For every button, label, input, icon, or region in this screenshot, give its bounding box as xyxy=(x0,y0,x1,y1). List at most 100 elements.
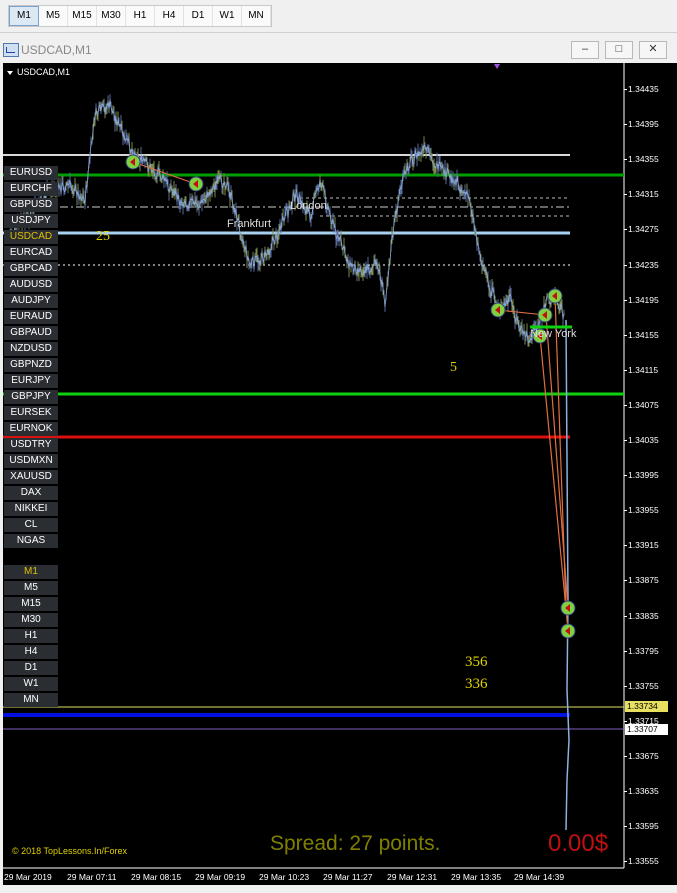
price-tick-mark xyxy=(624,369,627,371)
symbol-button-cl[interactable]: CL xyxy=(4,518,58,532)
chart-window-title: USDCAD,M1 xyxy=(21,43,92,57)
chart-timeframe-button-m15[interactable]: M15 xyxy=(4,597,58,611)
symbol-button-audjpy[interactable]: AUDJPY xyxy=(4,294,58,308)
price-tick-mark xyxy=(624,615,627,617)
price-tick-mark xyxy=(624,791,627,792)
annotation-5: 5 xyxy=(450,360,457,375)
symbol-button-audusd[interactable]: AUDUSD xyxy=(4,278,58,292)
toolbar-timeframe-m30[interactable]: M30 xyxy=(97,6,126,26)
price-tick-label: 1.33595 xyxy=(628,821,659,832)
price-tick-mark xyxy=(624,510,627,512)
toolbar-timeframe-m5[interactable]: M5 xyxy=(39,6,68,26)
symbol-button-eurusd[interactable]: EURUSD xyxy=(4,166,58,180)
price-tick-mark xyxy=(624,404,627,406)
session-label-newyork: New York xyxy=(530,328,577,340)
symbol-button-gbpcad[interactable]: GBPCAD xyxy=(4,262,58,276)
symbol-button-list: EURUSD EURCHF GBPUSD USDJPY USDCAD EURCAD GBPC… xyxy=(4,166,58,550)
chart-timeframe-button-d1[interactable]: D1 xyxy=(4,661,58,675)
symbol-button-eurjpy[interactable]: EURJPY xyxy=(4,374,58,388)
symbol-button-eursek[interactable]: EURSEK xyxy=(4,406,58,420)
symbol-button-usdmxn[interactable]: USDMXN xyxy=(4,454,58,468)
price-tick-mark xyxy=(624,299,627,301)
price-tick-label: 1.33755 xyxy=(628,680,659,691)
annotation-25: 25 xyxy=(96,229,110,244)
symbol-button-gbpaud[interactable]: GBPAUD xyxy=(4,326,58,340)
chart-timeframe-button-m30[interactable]: M30 xyxy=(4,613,58,627)
chart-window-titlebar: USDCAD,M1 – □ ✕ xyxy=(0,38,677,62)
price-tick-label: 1.34435 xyxy=(628,84,659,94)
symbol-button-nikkei[interactable]: NIKKEI xyxy=(4,502,58,516)
price-tick-mark xyxy=(624,755,627,757)
price-tick-label: 1.33555 xyxy=(628,856,659,867)
price-tick-mark xyxy=(624,334,627,336)
price-tick-mark xyxy=(624,264,627,266)
chart-timeframe-button-h4[interactable]: H4 xyxy=(4,645,58,659)
symbol-button-gbpnzd[interactable]: GBPNZD xyxy=(4,358,58,372)
price-tick-mark xyxy=(624,229,627,231)
symbol-button-dax[interactable]: DAX xyxy=(4,486,58,500)
chart-canvas[interactable] xyxy=(3,63,624,885)
restore-button[interactable]: □ xyxy=(605,41,633,59)
price-tick-label: 1.33915 xyxy=(628,540,659,551)
price-tick-mark xyxy=(624,545,627,547)
symbol-button-usdcad[interactable]: USDCAD xyxy=(4,230,58,244)
chart-timeframe-list: M1 M5 M15 M30 H1 H4 D1 W1 MN xyxy=(4,565,58,709)
ask-price-badge: 1.33734 xyxy=(625,701,668,712)
price-tick-mark xyxy=(624,194,627,196)
timeframe-button-group: M1 M5 M15 M30 H1 H4 D1 W1 MN xyxy=(8,5,272,27)
symbol-button-gbpusd[interactable]: GBPUSD xyxy=(4,198,58,212)
toolbar-timeframe-w1[interactable]: W1 xyxy=(213,6,242,26)
chart-timeframe-button-m1[interactable]: M1 xyxy=(4,565,58,579)
time-axis-label: 29 Mar 11:27 xyxy=(323,872,373,882)
price-tick-label: 1.34395 xyxy=(628,119,659,130)
price-tick-mark xyxy=(624,861,627,863)
symbol-button-xauusd[interactable]: XAUUSD xyxy=(4,470,58,484)
annotation-356: 356 xyxy=(465,654,488,670)
symbol-button-eurnok[interactable]: EURNOK xyxy=(4,422,58,436)
symbol-button-usdtry[interactable]: USDTRY xyxy=(4,438,58,452)
toolbar-timeframe-h4[interactable]: H4 xyxy=(155,6,184,26)
time-axis-label: 29 Mar 2019 xyxy=(4,872,52,882)
symbol-button-eurcad[interactable]: EURCAD xyxy=(4,246,58,260)
copyright-text: © 2018 TopLessons.In/Forex xyxy=(12,846,128,856)
price-tick-label: 1.34075 xyxy=(628,399,659,410)
price-tick-mark xyxy=(624,580,627,582)
chart-symbol-label: USDCAD,M1 xyxy=(7,67,70,77)
toolbar-timeframe-h1[interactable]: H1 xyxy=(126,6,155,26)
chart-timeframe-button-h1[interactable]: H1 xyxy=(4,629,58,643)
price-tick-mark xyxy=(624,475,627,477)
price-tick-label: 1.34235 xyxy=(628,259,659,270)
price-tick-label: 1.33995 xyxy=(628,470,659,481)
time-axis-label: 29 Mar 13:35 xyxy=(451,872,502,882)
time-axis-label: 29 Mar 12:31 xyxy=(387,872,438,882)
symbol-button-usdjpy[interactable]: USDJPY xyxy=(4,214,58,228)
price-tick-mark xyxy=(624,159,627,161)
price-tick-label: 1.34315 xyxy=(628,189,659,200)
price-tick-mark xyxy=(624,440,627,441)
symbol-button-gbpjpy[interactable]: GBPJPY xyxy=(4,390,58,404)
chart-window-icon xyxy=(3,43,19,57)
price-tick-mark xyxy=(624,720,627,722)
time-axis-label: 29 Mar 09:19 xyxy=(195,872,246,882)
price-tick-mark xyxy=(624,826,627,828)
toolbar-timeframe-d1[interactable]: D1 xyxy=(184,6,213,26)
toolbar-timeframe-m15[interactable]: M15 xyxy=(68,6,97,26)
symbol-button-eurchf[interactable]: EURCHF xyxy=(4,182,58,196)
close-button[interactable]: ✕ xyxy=(639,41,667,59)
chart-timeframe-button-mn[interactable]: MN xyxy=(4,693,58,707)
bid-price-badge: 1.33707 xyxy=(625,724,668,735)
price-tick-label: 1.34355 xyxy=(628,154,659,165)
symbol-button-euraud[interactable]: EURAUD xyxy=(4,310,58,324)
toolbar-timeframe-mn[interactable]: MN xyxy=(242,6,271,26)
spread-text: Spread: 27 points. xyxy=(270,832,441,855)
price-tick-label: 1.34155 xyxy=(628,329,659,340)
minimize-button[interactable]: – xyxy=(571,41,599,59)
chart-timeframe-button-w1[interactable]: W1 xyxy=(4,677,58,691)
symbol-button-nzdusd[interactable]: NZDUSD xyxy=(4,342,58,356)
price-tick-mark xyxy=(624,124,627,126)
chart-timeframe-button-m5[interactable]: M5 xyxy=(4,581,58,595)
toolbar-timeframe-m1[interactable]: M1 xyxy=(9,6,39,26)
symbol-button-ngas[interactable]: NGAS xyxy=(4,534,58,548)
price-tick-mark xyxy=(624,685,627,687)
time-axis-label: 29 Mar 07:11 xyxy=(67,872,117,882)
